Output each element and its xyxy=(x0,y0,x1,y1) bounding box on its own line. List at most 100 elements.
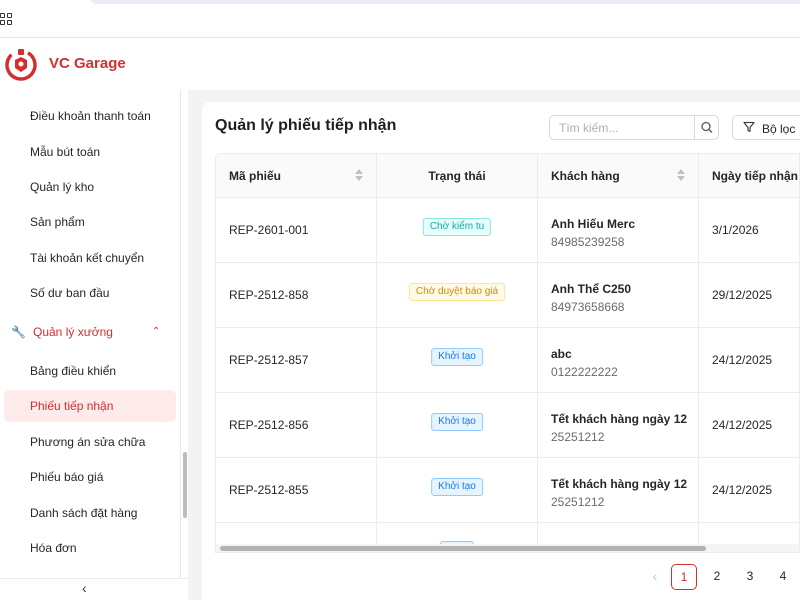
chevron-up-icon: ⌃ xyxy=(152,326,161,337)
cell-code: REP-2512-855 xyxy=(216,458,377,523)
reception-date: 24/12/2025 xyxy=(712,483,773,497)
sidebar-item-payment-terms[interactable]: Điều khoản thanh toán xyxy=(0,100,180,132)
column-header-customer[interactable]: Khách hàng xyxy=(538,154,699,198)
customer-phone: 25251212 xyxy=(551,495,605,509)
column-header-date[interactable]: Ngày tiếp nhận xyxy=(699,154,799,198)
customer-name: abc xyxy=(551,347,572,361)
page-button-1[interactable]: 1 xyxy=(671,564,697,590)
cell-customer: Tết khách hàng ngày 12 25251212 xyxy=(538,458,699,523)
sort-icon[interactable] xyxy=(355,169,363,183)
cell-date: 29/12/2025 xyxy=(699,263,799,328)
status-badge: Khởi tạo xyxy=(431,413,483,431)
table-row[interactable]: REP-2512-855 Khởi tạo Tết khách hàng ngày … xyxy=(216,458,799,523)
column-header-code[interactable]: Mã phiếu xyxy=(216,154,377,198)
cell-code: REP-2512-858 xyxy=(216,263,377,328)
reception-date: 3/1/2026 xyxy=(712,223,759,237)
table-row[interactable]: REP-2512-858 Chờ duyệt báo giá Anh Thể C25… xyxy=(216,263,799,328)
sidebar-item-orders[interactable]: Danh sách đặt hàng xyxy=(0,497,180,529)
sidebar-item-reception-slips[interactable]: Phiếu tiếp nhận xyxy=(4,390,176,422)
reception-code[interactable]: REP-2512-857 xyxy=(229,353,308,367)
search-box xyxy=(549,115,719,140)
sidebar-item-dashboard[interactable]: Bảng điều khiển xyxy=(0,355,180,387)
sidebar-divider xyxy=(180,90,181,578)
main-content: Quản lý phiếu tiếp nhận Bộ lọc Mã phiếu … xyxy=(202,102,800,600)
reception-date: 24/12/2025 xyxy=(712,418,773,432)
column-label: Khách hàng xyxy=(551,169,620,183)
column-header-status[interactable]: Trạng thái xyxy=(377,154,538,198)
customer-phone: 25251212 xyxy=(551,430,605,444)
sidebar-item-journal-templates[interactable]: Mẫu bút toán xyxy=(0,136,180,168)
filter-label: Bộ lọc xyxy=(762,122,796,136)
cell-date: 24/12/2025 xyxy=(699,458,799,523)
customer-phone: 0122222222 xyxy=(551,365,618,379)
table-row[interactable]: REP-2601-001 Chờ kiểm tu Anh Hiếu Merc 8498… xyxy=(216,198,799,263)
sidebar-item-quotations[interactable]: Phiếu báo giá xyxy=(0,461,180,493)
reception-table: Mã phiếu Trạng thái Khách hàng Ngày tiếp… xyxy=(215,153,800,553)
filter-icon xyxy=(743,121,755,133)
table-header: Mã phiếu Trạng thái Khách hàng Ngày tiếp… xyxy=(216,154,799,198)
customer-name: Anh Hiếu Merc xyxy=(551,217,636,231)
wrench-icon: 🔧 xyxy=(11,325,26,339)
table-row[interactable]: REP-2512-857 Khởi tạo abc 0122222222 24/12/2… xyxy=(216,328,799,393)
scrollbar-thumb[interactable] xyxy=(220,546,706,551)
cell-code: REP-2512-856 xyxy=(216,393,377,458)
sidebar-item-warehouse[interactable]: Quản lý kho xyxy=(0,171,180,203)
column-label: Ngày tiếp nhận xyxy=(712,169,799,183)
table-horizontal-scrollbar[interactable] xyxy=(216,544,799,552)
sidebar-item-invoices[interactable]: Hóa đơn xyxy=(0,532,180,564)
page-button-3[interactable]: 3 xyxy=(737,564,763,590)
reception-code[interactable]: REP-2512-858 xyxy=(229,288,308,302)
apps-grid-icon[interactable] xyxy=(0,13,12,25)
search-button[interactable] xyxy=(694,116,718,139)
reception-code[interactable]: REP-2601-001 xyxy=(229,223,308,237)
cell-date: 24/12/2025 xyxy=(699,328,799,393)
app-header: VC Garage xyxy=(0,38,800,90)
customer-phone: 84985239258 xyxy=(551,235,625,249)
cell-customer: abc 0122222222 xyxy=(538,328,699,393)
cell-code: REP-2512-857 xyxy=(216,328,377,393)
brand-name[interactable]: VC Garage xyxy=(49,55,126,72)
logo-icon[interactable] xyxy=(4,48,38,82)
cell-customer: Anh Hiếu Merc 84985239258 xyxy=(538,198,699,263)
address-bar[interactable] xyxy=(88,0,800,4)
browser-toolbar xyxy=(0,0,800,38)
search-input[interactable] xyxy=(550,116,694,139)
search-icon xyxy=(701,121,713,133)
sidebar: Điều khoản thanh toán Mẫu bút toán Quản … xyxy=(0,90,188,600)
sidebar-menu: Điều khoản thanh toán Mẫu bút toán Quản … xyxy=(0,90,180,578)
sidebar-group-label: Quản lý xưởng xyxy=(33,325,113,339)
sort-icon[interactable] xyxy=(677,169,685,183)
sidebar-scrollbar[interactable] xyxy=(183,452,187,518)
reception-date: 29/12/2025 xyxy=(712,288,773,302)
chevron-left-icon[interactable]: ‹ xyxy=(82,579,87,597)
sidebar-item-products[interactable]: Sản phẩm xyxy=(0,206,180,238)
page-button-2[interactable]: 2 xyxy=(704,564,730,590)
reception-code[interactable]: REP-2512-856 xyxy=(229,418,308,432)
cell-status: Khởi tạo xyxy=(377,328,538,393)
sidebar-group-workshop[interactable]: 🔧 Quản lý xưởng ⌃ xyxy=(0,314,180,350)
cell-customer: Anh Thể C250 84973658668 xyxy=(538,263,699,328)
column-label: Trạng thái xyxy=(428,169,486,183)
customer-phone: 84973658668 xyxy=(551,300,625,314)
cell-date: 24/12/2025 xyxy=(699,393,799,458)
customer-name: Anh Thể C250 xyxy=(551,282,632,296)
reception-date: 24/12/2025 xyxy=(712,353,773,367)
sidebar-footer: ‹ xyxy=(0,578,188,600)
status-badge: Khởi tạo xyxy=(431,478,483,496)
sidebar-item-opening-balance[interactable]: Số dư ban đầu xyxy=(0,277,180,309)
cell-customer: Tết khách hàng ngày 12 25251212 xyxy=(538,393,699,458)
reception-code[interactable]: REP-2512-855 xyxy=(229,483,308,497)
sidebar-item-repair-plans[interactable]: Phương án sửa chữa xyxy=(0,426,180,458)
table-row[interactable]: REP-2512-856 Khởi tạo Tết khách hàng ngày … xyxy=(216,393,799,458)
page-title: Quản lý phiếu tiếp nhận xyxy=(215,117,397,134)
sidebar-item-transfer-accounts[interactable]: Tài khoản kết chuyển xyxy=(0,242,180,274)
filter-button[interactable]: Bộ lọc xyxy=(732,115,800,140)
status-badge: Chờ duyệt báo giá xyxy=(408,283,506,301)
customer-name: Tết khách hàng ngày 12 xyxy=(551,412,688,426)
cell-status: Khởi tạo xyxy=(377,393,538,458)
page-button-4[interactable]: 4 xyxy=(770,564,796,590)
chevron-left-icon[interactable]: ‹ xyxy=(642,564,668,590)
cell-date: 3/1/2026 xyxy=(699,198,799,263)
status-badge: Khởi tạo xyxy=(431,348,483,366)
cell-code: REP-2601-001 xyxy=(216,198,377,263)
